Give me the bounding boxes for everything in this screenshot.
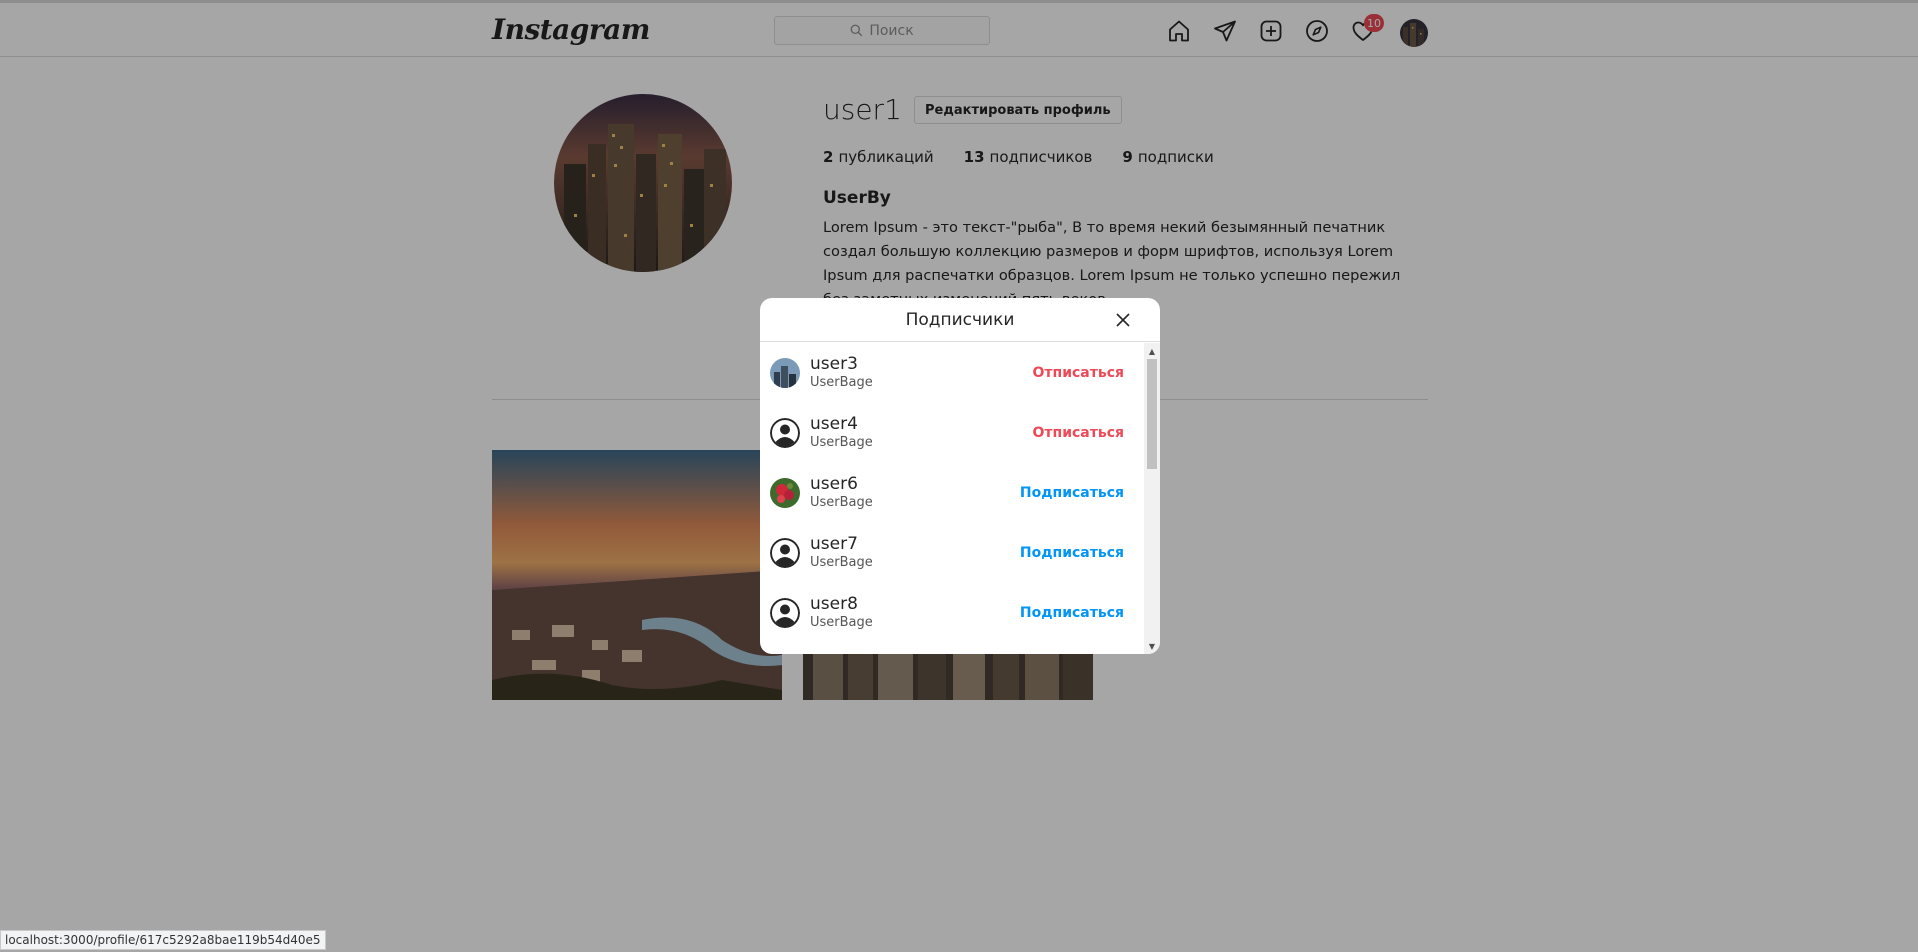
follower-username[interactable]: user8 — [810, 594, 873, 614]
scrollbar-thumb[interactable] — [1147, 359, 1157, 469]
follower-row: user6 UserBage Подписаться — [760, 463, 1144, 523]
follower-row: user8 UserBage Подписаться — [760, 583, 1144, 643]
follower-row: user7 UserBage Подписаться — [760, 523, 1144, 583]
browser-status-bar: localhost:3000/profile/617c5292a8bae119b… — [0, 930, 326, 950]
modal-title: Подписчики — [905, 309, 1015, 330]
follower-subtitle: UserBage — [810, 435, 873, 450]
scroll-up-arrow-icon[interactable]: ▲ — [1144, 345, 1160, 357]
follower-subtitle: UserBage — [810, 375, 873, 390]
followers-scrollbar[interactable]: ▲ ▼ — [1144, 343, 1160, 654]
followers-modal: Подписчики user3 UserBage Отписаться use… — [760, 298, 1160, 654]
default-user-icon[interactable] — [770, 418, 800, 448]
follower-username[interactable]: user6 — [810, 474, 873, 494]
default-user-icon[interactable] — [770, 598, 800, 628]
follower-avatar[interactable] — [770, 478, 800, 508]
modal-header: Подписчики — [760, 298, 1160, 342]
follow-button[interactable]: Подписаться — [1020, 545, 1124, 561]
follower-row: user3 UserBage Отписаться — [760, 343, 1144, 403]
unfollow-button[interactable]: Отписаться — [1033, 365, 1125, 381]
follow-button[interactable]: Подписаться — [1020, 485, 1124, 501]
default-user-icon[interactable] — [770, 538, 800, 568]
follower-username[interactable]: user4 — [810, 414, 873, 434]
unfollow-button[interactable]: Отписаться — [1033, 425, 1125, 441]
follower-subtitle: UserBage — [810, 495, 873, 510]
follower-row: user4 UserBage Отписаться — [760, 403, 1144, 463]
follower-username[interactable]: user3 — [810, 354, 873, 374]
scroll-down-arrow-icon[interactable]: ▼ — [1144, 640, 1160, 652]
follow-button[interactable]: Подписаться — [1020, 605, 1124, 621]
close-icon[interactable] — [1112, 309, 1134, 331]
follower-avatar[interactable] — [770, 358, 800, 388]
follower-subtitle: UserBage — [810, 615, 873, 630]
follower-subtitle: UserBage — [810, 555, 873, 570]
followers-list[interactable]: user3 UserBage Отписаться user4 UserBage… — [760, 343, 1144, 654]
follower-username[interactable]: user7 — [810, 534, 873, 554]
